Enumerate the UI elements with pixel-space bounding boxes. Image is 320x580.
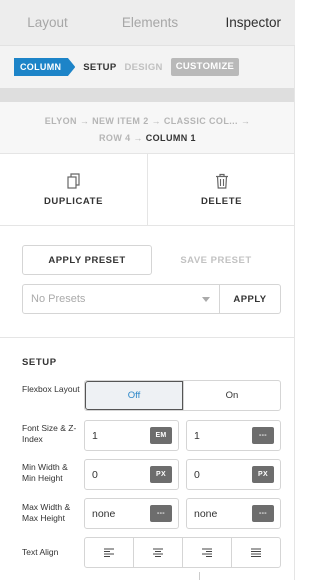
align-center-icon bbox=[153, 548, 163, 557]
align-left-button[interactable] bbox=[85, 538, 133, 567]
top-tabs: Layout Elements Inspector bbox=[0, 0, 295, 46]
align-justify-icon bbox=[251, 548, 261, 557]
max-width-input[interactable]: none --- bbox=[84, 498, 179, 529]
tab-elements[interactable]: Elements bbox=[105, 15, 195, 30]
duplicate-button[interactable]: DUPLICATE bbox=[0, 154, 147, 225]
trash-icon bbox=[215, 173, 228, 189]
duplicate-label: DUPLICATE bbox=[43, 195, 104, 207]
text-align-label: Text Align bbox=[22, 547, 59, 557]
font-size-input[interactable]: 1 EM bbox=[84, 420, 179, 451]
min-height-unit[interactable]: PX bbox=[252, 466, 274, 483]
flexbox-toggle[interactable]: Off On bbox=[84, 380, 281, 411]
preset-select-value: No Presets bbox=[31, 293, 86, 305]
min-width-value: 0 bbox=[92, 468, 98, 481]
path-line-2: ROW 4 → COLUMN 1 bbox=[0, 130, 295, 147]
customize-pill[interactable]: CUSTOMIZE bbox=[170, 58, 240, 76]
min-height-input[interactable]: 0 PX bbox=[186, 459, 281, 490]
min-width-unit[interactable]: PX bbox=[150, 466, 172, 483]
z-index-value: 1 bbox=[194, 429, 200, 442]
z-index-input[interactable]: 1 --- bbox=[186, 420, 281, 451]
flexbox-label: Flexbox Layout bbox=[22, 384, 80, 394]
max-size-label: Max Width & Max Height bbox=[22, 502, 71, 523]
setup-heading: SETUP bbox=[22, 357, 57, 368]
flexbox-on-option[interactable]: On bbox=[183, 381, 280, 410]
apply-button[interactable]: APPLY bbox=[220, 284, 281, 314]
path-current: COLUMN 1 bbox=[145, 133, 196, 143]
max-height-unit[interactable]: --- bbox=[252, 505, 274, 522]
duplicate-icon bbox=[66, 172, 80, 189]
divider-strip bbox=[0, 88, 295, 102]
text-align-group bbox=[84, 537, 281, 568]
delete-button[interactable]: DELETE bbox=[147, 154, 295, 225]
min-size-label: Min Width & Min Height bbox=[22, 462, 68, 483]
min-width-input[interactable]: 0 PX bbox=[84, 459, 179, 490]
max-height-value: none bbox=[194, 507, 218, 520]
delete-label: DELETE bbox=[200, 195, 243, 207]
setup-link[interactable]: SETUP bbox=[83, 62, 116, 73]
z-index-unit[interactable]: --- bbox=[252, 427, 274, 444]
path-line-1[interactable]: ELYON → NEW ITEM 2 → CLASSIC COL... → bbox=[0, 113, 295, 130]
max-height-input[interactable]: none --- bbox=[186, 498, 281, 529]
tab-layout[interactable]: Layout bbox=[0, 15, 105, 30]
align-justify-button[interactable] bbox=[231, 538, 280, 567]
max-width-unit[interactable]: --- bbox=[150, 505, 172, 522]
align-right-button[interactable] bbox=[182, 538, 231, 567]
align-right-icon bbox=[202, 548, 212, 557]
mode-bar: COLUMN SETUP DESIGN CUSTOMIZE bbox=[0, 46, 295, 88]
tab-inspector[interactable]: Inspector bbox=[195, 15, 295, 30]
save-preset-button[interactable]: SAVE PRESET bbox=[160, 245, 272, 275]
min-height-value: 0 bbox=[194, 468, 200, 481]
column-pill[interactable]: COLUMN bbox=[14, 58, 76, 76]
max-width-value: none bbox=[92, 507, 116, 520]
font-zindex-label: Font Size & Z-Index bbox=[22, 423, 77, 444]
element-path: ELYON → NEW ITEM 2 → CLASSIC COL... → RO… bbox=[0, 102, 295, 154]
flexbox-off-option[interactable]: Off bbox=[85, 381, 183, 410]
align-left-icon bbox=[104, 548, 114, 557]
font-size-value: 1 bbox=[92, 429, 98, 442]
action-bar: DUPLICATE DELETE bbox=[0, 154, 295, 226]
design-link[interactable]: DESIGN bbox=[124, 62, 162, 73]
apply-preset-button[interactable]: APPLY PRESET bbox=[22, 245, 152, 275]
chevron-down-icon bbox=[202, 297, 210, 302]
font-size-unit[interactable]: EM bbox=[150, 427, 172, 444]
align-center-button[interactable] bbox=[133, 538, 182, 567]
presets-section: APPLY PRESET SAVE PRESET No Presets APPL… bbox=[0, 226, 295, 338]
preset-select[interactable]: No Presets bbox=[22, 284, 220, 314]
resize-tick bbox=[199, 572, 200, 580]
path-row[interactable]: ROW 4 → bbox=[99, 133, 143, 143]
panel-edge bbox=[294, 46, 295, 580]
